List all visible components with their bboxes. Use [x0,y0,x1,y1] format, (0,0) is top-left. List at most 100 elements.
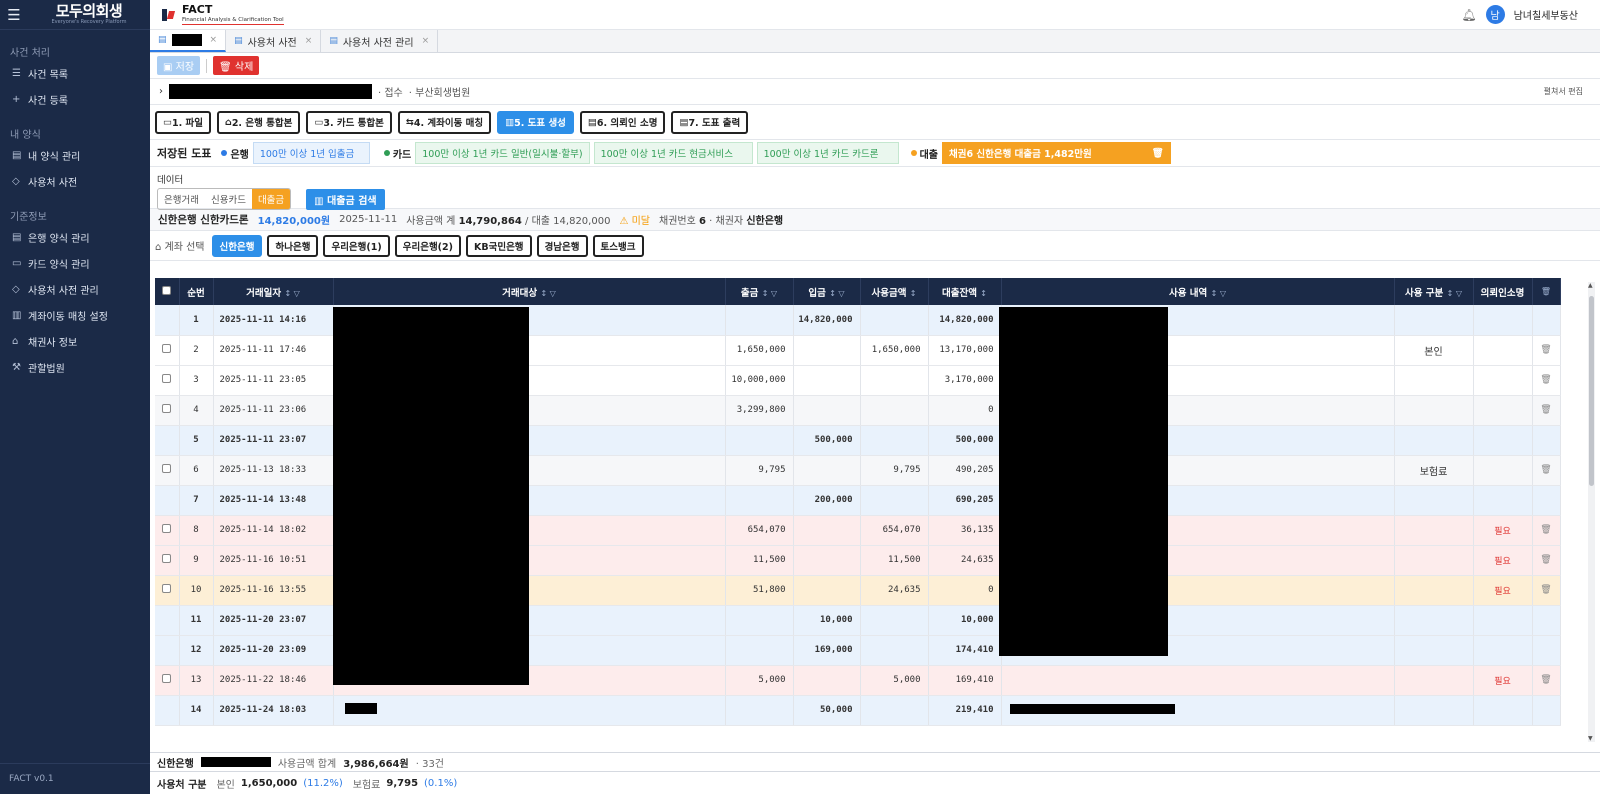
scroll-down-icon[interactable]: ▼ [1588,735,1593,742]
row-delete[interactable]: 🗑︎ [1532,365,1561,396]
row-delete[interactable] [1532,635,1561,666]
row-category[interactable]: 본인 [1394,335,1474,366]
trash-icon[interactable]: 🗑︎ [1540,405,1551,415]
tab-usage-dictionary[interactable]: ▤ 사용처 사전 × [226,30,322,52]
col-out[interactable]: 출금 ↕ ▽ [725,278,794,305]
sidebar-item-usage-dictionary[interactable]: ◇ 사용처 사전 [0,168,150,194]
hamburger-menu-icon[interactable]: ☰ [0,6,28,24]
sidebar-item-case-list[interactable]: ☰ 사건 목록 [0,60,150,86]
saved-chip-card-loan[interactable]: 100만 이상 1년 카드 카드론 [756,142,899,164]
sort-filter-icon[interactable]: ↕ ▽ [1447,289,1462,298]
sort-icon[interactable]: ↕ [910,289,917,298]
col-usage-detail[interactable]: 사용 내역 ↕ ▽ [1001,278,1395,305]
trash-icon[interactable]: 🗑︎ [1540,555,1551,565]
close-icon[interactable]: × [305,36,313,46]
step-file[interactable]: ▭ 1. 파일 [155,110,211,134]
select-all-checkbox[interactable] [155,278,180,305]
sort-filter-icon[interactable]: ↕ ▽ [540,289,555,298]
step-card-merge[interactable]: ▭ 3. 카드 통합본 [306,110,392,134]
sidebar-item-case-register[interactable]: + 사건 등록 [0,86,150,112]
step-chart-print[interactable]: ▤ 7. 도표 출력 [671,110,749,134]
row-category[interactable]: 보험료 [1394,455,1474,486]
trash-icon[interactable]: 🗑︎ [1540,465,1551,475]
col-used[interactable]: 사용금액 ↕ [860,278,929,305]
close-icon[interactable]: × [422,36,430,46]
account-woori-1[interactable]: 우리은행(1) [323,234,390,257]
row-category[interactable] [1394,395,1474,426]
account-kyongnam[interactable]: 경남은행 [536,234,588,257]
app-logo[interactable]: 모두의회생 Everyone's Recovery Platform [28,4,150,25]
col-category[interactable]: 사용 구분 ↕ ▽ [1394,278,1474,305]
sidebar-item-bank-forms[interactable]: ▤ 은행 양식 관리 [0,224,150,250]
case-info-row[interactable]: › · 접수 · 부산회생법원 펼쳐서 편집 [150,79,1600,105]
row-checkbox[interactable] [155,695,180,726]
step-chart-generate[interactable]: ▥ 5. 도표 생성 [497,110,574,134]
row-category[interactable] [1394,425,1474,456]
sidebar-item-creditor-info[interactable]: ⌂ 채권사 정보 [0,328,150,354]
row-checkbox[interactable] [155,395,180,426]
row-category[interactable] [1394,305,1474,336]
step-bank-merge[interactable]: ⌂ 2. 은행 통합본 [217,110,301,134]
row-checkbox[interactable] [155,425,180,456]
sort-icon[interactable]: ↕ [980,289,987,298]
sidebar-item-my-forms[interactable]: ▤ 내 양식 관리 [0,142,150,168]
row-delete[interactable]: 🗑︎ [1532,335,1561,366]
trash-icon[interactable]: 🗑︎ [1540,585,1551,595]
option-credit-card[interactable]: 신용카드 [205,189,252,209]
delete-button[interactable]: 🗑︎ 삭제 [213,56,260,75]
row-checkbox[interactable] [155,575,180,606]
row-category[interactable] [1394,695,1474,726]
row-delete[interactable]: 🗑︎ [1532,515,1561,546]
row-checkbox[interactable] [155,515,180,546]
expand-edit-link[interactable]: 펼쳐서 편집 [1544,86,1583,97]
row-delete[interactable]: 🗑︎ [1532,665,1561,696]
sidebar-item-transfer-matching[interactable]: ▥ 계좌이동 매칭 설정 [0,302,150,328]
row-checkbox[interactable] [155,335,180,366]
checkbox[interactable] [162,404,172,413]
sort-filter-icon[interactable]: ↕ ▽ [762,289,777,298]
chevron-right-icon[interactable]: › [159,86,163,97]
col-counterparty[interactable]: 거래대상 ↕ ▽ [333,278,726,305]
trash-icon[interactable]: 🗑︎ [1152,148,1164,159]
row-checkbox[interactable] [155,485,180,516]
checkbox[interactable] [162,524,172,533]
row-category[interactable] [1394,365,1474,396]
scroll-thumb[interactable] [1589,296,1594,486]
account-kb[interactable]: KB국민은행 [465,234,532,257]
option-bank-transactions[interactable]: 은행거래 [158,189,205,209]
row-delete[interactable] [1532,605,1561,636]
bell-icon[interactable]: 🔔︎ [1461,8,1476,22]
checkbox[interactable] [162,285,172,295]
tab-usage-dictionary-admin[interactable]: ▤ 사용처 사전 관리 × [321,30,439,52]
row-checkbox[interactable] [155,605,180,636]
col-balance[interactable]: 대출잔액 ↕ [928,278,1002,305]
row-category[interactable] [1394,665,1474,696]
user-name[interactable]: 남녀칠세부동산 [1514,7,1578,22]
avatar[interactable]: 남 [1485,5,1505,24]
row-checkbox[interactable] [155,365,180,396]
row-checkbox[interactable] [155,305,180,336]
sidebar-item-dictionary-admin[interactable]: ◇ 사용처 사전 관리 [0,276,150,302]
row-delete[interactable] [1532,305,1561,336]
table-row[interactable]: 14 2025-11-24 18:03 50,000 219,410 [155,695,1561,726]
row-delete[interactable] [1532,695,1561,726]
sort-filter-icon[interactable]: ↕ ▽ [284,289,299,298]
account-hana[interactable]: 하나은행 [267,234,319,257]
checkbox[interactable] [162,554,172,563]
col-date[interactable]: 거래일자 ↕ ▽ [213,278,334,305]
tab-case[interactable]: ▤ × [150,30,227,52]
row-category[interactable] [1394,635,1474,666]
trash-icon[interactable]: 🗑︎ [1540,375,1551,385]
row-delete[interactable]: 🗑︎ [1532,395,1561,426]
save-button[interactable]: ▣ 저장 [157,56,201,75]
sort-filter-icon[interactable]: ↕ ▽ [829,289,844,298]
row-category[interactable] [1394,605,1474,636]
checkbox[interactable] [162,374,172,383]
account-shinhan[interactable]: 신한은행 [211,234,263,257]
checkbox[interactable] [162,344,172,353]
close-icon[interactable]: × [210,35,218,45]
account-woori-2[interactable]: 우리은행(2) [394,234,461,257]
row-delete[interactable]: 🗑︎ [1532,545,1561,576]
trash-icon[interactable]: 🗑︎ [1540,525,1551,535]
saved-chip-card-cash[interactable]: 100만 이상 1년 카드 현금서비스 [593,142,753,164]
